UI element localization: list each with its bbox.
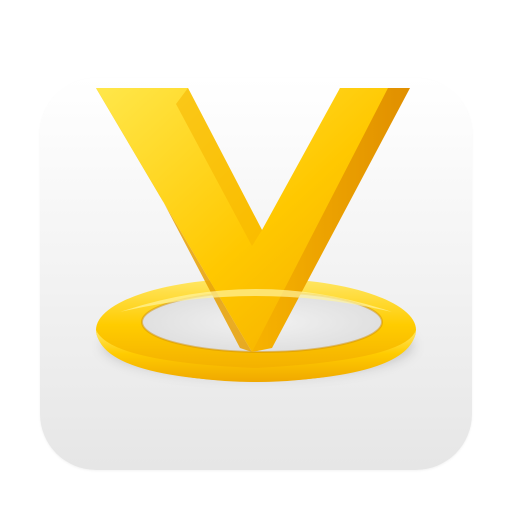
app-icon[interactable] xyxy=(0,0,512,512)
v-pin-logo-icon xyxy=(96,88,416,382)
